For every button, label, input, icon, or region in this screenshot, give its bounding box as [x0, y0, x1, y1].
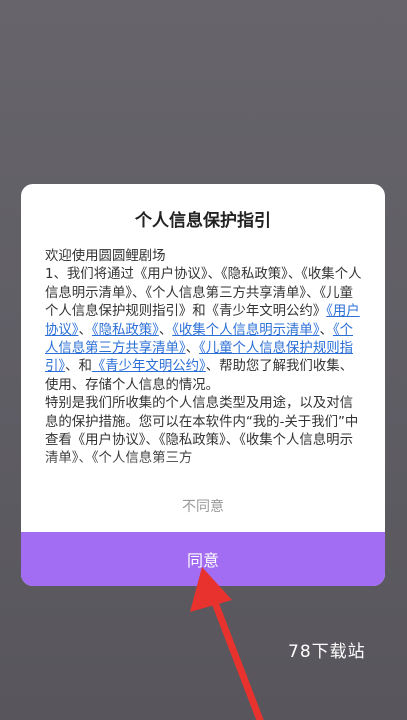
watermark-text: 78下载站 [288, 642, 366, 662]
red-arrow-icon [190, 567, 264, 720]
